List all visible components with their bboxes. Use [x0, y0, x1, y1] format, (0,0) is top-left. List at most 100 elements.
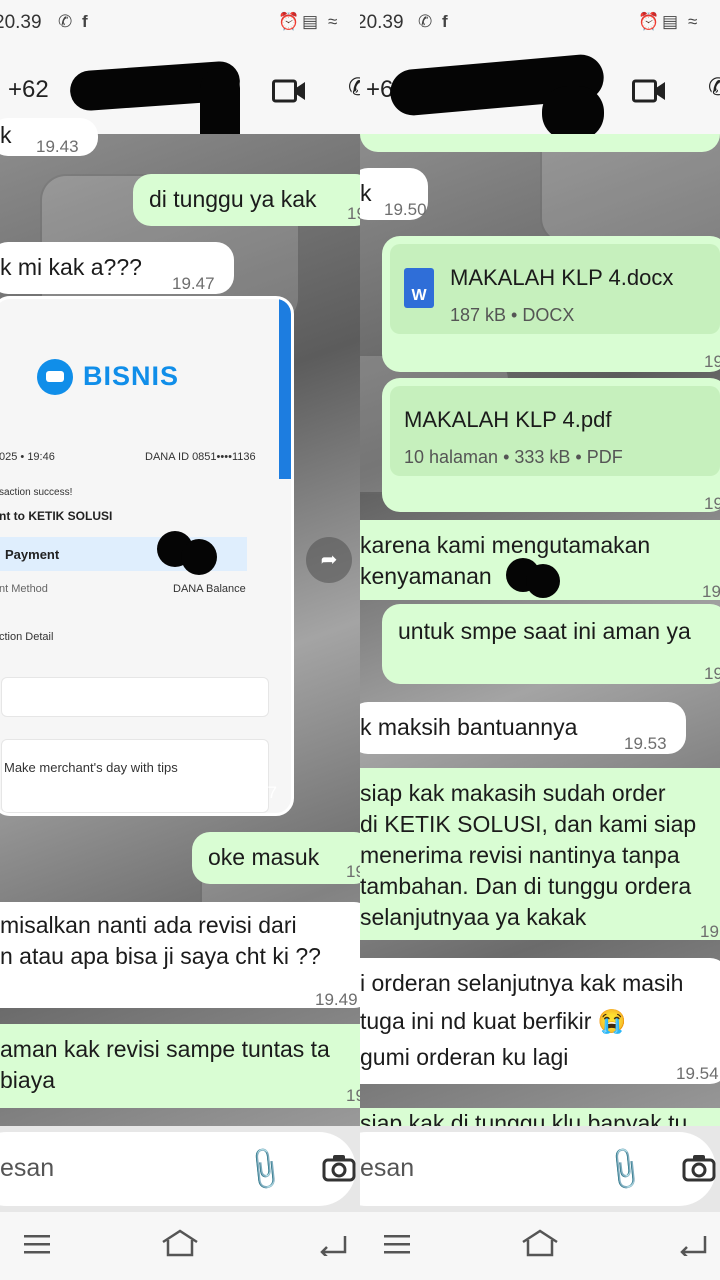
message-bubble-incoming[interactable]: misalkan nanti ada revisi dari n atau ap… — [0, 902, 360, 1009]
message-bubble-outgoing[interactable]: oke masuk 19 — [192, 832, 360, 884]
status-bar: 20.39 ✆ f ⏰ ▤ ≈ — [0, 0, 360, 46]
message-time: 19.53 — [624, 734, 667, 753]
receipt-method-value: DANA Balance — [173, 583, 246, 595]
message-time: 19.50 — [384, 200, 427, 219]
recent-apps-icon[interactable] — [24, 1234, 50, 1254]
message-text: tambahan. Dan di tunggu ordera — [360, 873, 692, 899]
message-time: 19 — [347, 204, 360, 223]
message-input[interactable]: esan 📎 — [360, 1132, 716, 1206]
message-time: 19 — [702, 582, 720, 601]
whatsapp-notification-icon: ✆ — [418, 12, 433, 31]
message-text: k — [360, 180, 372, 206]
document-title: MAKALAH KLP 4.pdf — [404, 407, 612, 432]
vibrate-icon: ▤ — [302, 12, 319, 31]
word-document-icon-letter: W — [411, 287, 427, 304]
camera-icon[interactable] — [682, 1154, 716, 1182]
vibrate-icon: ▤ — [662, 12, 679, 31]
receipt-accent-stripe — [279, 299, 291, 479]
chat-header: +6 ✆ — [360, 46, 720, 140]
recent-apps-icon[interactable] — [384, 1234, 410, 1254]
message-bubble-incoming[interactable]: k 19.43 — [0, 118, 98, 156]
message-bubble-incoming[interactable]: k maksih bantuannya 19.53 — [360, 702, 686, 754]
wifi-icon: ≈ — [328, 12, 338, 31]
video-call-icon[interactable] — [272, 79, 306, 103]
receipt-payment-label: Payment — [5, 547, 60, 562]
message-time: 19.47 — [172, 274, 215, 293]
message-text: karena kami mengutamakan — [360, 532, 651, 558]
attach-icon[interactable]: 📎 — [239, 1144, 290, 1194]
receipt-brand: BISNIS — [83, 361, 180, 391]
camera-icon[interactable] — [322, 1154, 356, 1182]
voice-call-icon[interactable]: ✆ — [708, 73, 720, 102]
dana-logo-icon — [37, 359, 73, 395]
message-bubble-outgoing[interactable]: di tunggu ya kak 19 — [133, 174, 360, 226]
receipt-empty-box — [1, 677, 269, 717]
facebook-notification-icon: f — [82, 12, 88, 31]
message-text: i orderan selanjutnya kak masih — [360, 970, 684, 996]
back-icon[interactable] — [318, 1230, 348, 1256]
receipt-date: 025 • 19:46 — [0, 451, 55, 463]
system-nav-bar — [360, 1212, 720, 1280]
document-card[interactable]: MAKALAH KLP 4.pdf 10 halaman • 333 kB • … — [390, 386, 720, 476]
message-bubble-outgoing[interactable] — [360, 134, 720, 152]
message-time: 19 — [704, 664, 720, 683]
receipt-dana-id: DANA ID 0851••••1136 — [145, 451, 256, 463]
document-meta: 10 halaman • 333 kB • PDF — [404, 447, 623, 467]
message-text: n atau apa bisa ji saya cht ki ?? — [0, 943, 321, 969]
receipt-recipient: nt to KETIK SOLUSI — [0, 509, 113, 523]
redaction-blob — [181, 539, 217, 575]
document-title: MAKALAH KLP 4.docx — [450, 265, 674, 290]
back-icon[interactable] — [678, 1230, 708, 1256]
message-text: di KETIK SOLUSI, dan kami siap — [360, 811, 697, 837]
message-time: 19 — [700, 922, 719, 941]
message-time: 19 — [346, 1086, 360, 1105]
message-bubble-outgoing[interactable]: siap kak makasih sudah order di KETIK SO… — [360, 768, 720, 941]
redaction-scribble-tail — [542, 86, 604, 140]
document-message-docx[interactable]: W MAKALAH KLP 4.docx 187 kB • DOCX 19 — [382, 236, 720, 372]
composer-bar: esan 📎 — [0, 1126, 360, 1212]
message-bubble-incoming[interactable]: k 19.50 — [360, 168, 428, 220]
receipt-status: saction success! — [0, 487, 73, 498]
facebook-notification-icon: f — [442, 12, 448, 31]
message-bubble-outgoing[interactable]: karena kami mengutamakan kenyamanan 19 — [360, 520, 720, 601]
message-input-placeholder: esan — [360, 1154, 415, 1182]
message-bubble-outgoing[interactable]: untuk smpe saat ini aman ya 19 — [382, 604, 720, 684]
message-text: k maksih bantuannya — [360, 714, 578, 740]
whatsapp-notification-icon: ✆ — [58, 12, 73, 31]
message-time: 19 — [346, 862, 360, 881]
home-icon[interactable] — [160, 1228, 200, 1258]
message-text: misalkan nanti ada revisi dari — [0, 912, 297, 938]
word-document-icon: W — [404, 268, 434, 308]
screenshot-left: 20.39 ✆ f ⏰ ▤ ≈ +62 ✆ k 19.43 di tunggu … — [0, 0, 360, 1280]
system-nav-bar — [0, 1212, 360, 1280]
document-card[interactable]: W MAKALAH KLP 4.docx 187 kB • DOCX — [390, 244, 720, 334]
message-bubble-outgoing[interactable]: aman kak revisi sampe tuntas ta biaya 19 — [0, 1024, 360, 1108]
message-time: 19.54 — [676, 1064, 719, 1083]
message-input-placeholder: esan — [0, 1154, 55, 1182]
message-input[interactable]: esan 📎 — [0, 1132, 356, 1206]
forward-icon[interactable]: ➦ — [306, 537, 352, 583]
message-text: biaya — [0, 1067, 55, 1093]
message-text: k mi kak a??? — [0, 254, 142, 280]
alarm-icon: ⏰ — [278, 12, 300, 31]
image-message-receipt[interactable]: BISNIS 025 • 19:46 DANA ID 0851••••1136 … — [0, 296, 294, 816]
message-bubble-incoming[interactable]: k mi kak a??? 19.47 — [0, 242, 234, 294]
status-bar: 20.39 ✆ f ⏰ ▤ ≈ — [360, 0, 720, 46]
attach-icon[interactable]: 📎 — [599, 1144, 650, 1194]
video-call-icon[interactable] — [632, 79, 666, 103]
message-text: k — [0, 122, 12, 148]
document-message-pdf[interactable]: MAKALAH KLP 4.pdf 10 halaman • 333 kB • … — [382, 378, 720, 513]
receipt-tips-box: Make merchant's day with tips — [1, 739, 269, 813]
message-time: 19.47 — [234, 783, 277, 802]
message-text: siap kak makasih sudah order — [360, 780, 666, 806]
home-icon[interactable] — [520, 1228, 560, 1258]
contact-number[interactable]: +62 — [8, 76, 49, 104]
message-time: 19 — [704, 352, 720, 371]
message-text: selanjutnyaa ya kakak — [360, 904, 587, 930]
message-text: di tunggu ya kak — [149, 186, 317, 212]
message-text: untuk smpe saat ini aman ya — [398, 618, 691, 644]
message-text: menerima revisi nantinya tanpa — [360, 842, 680, 868]
message-bubble-incoming[interactable]: i orderan selanjutnya kak masih tuga ini… — [360, 958, 720, 1084]
message-time: 19.43 — [36, 137, 79, 156]
voice-call-icon[interactable]: ✆ — [348, 73, 360, 102]
